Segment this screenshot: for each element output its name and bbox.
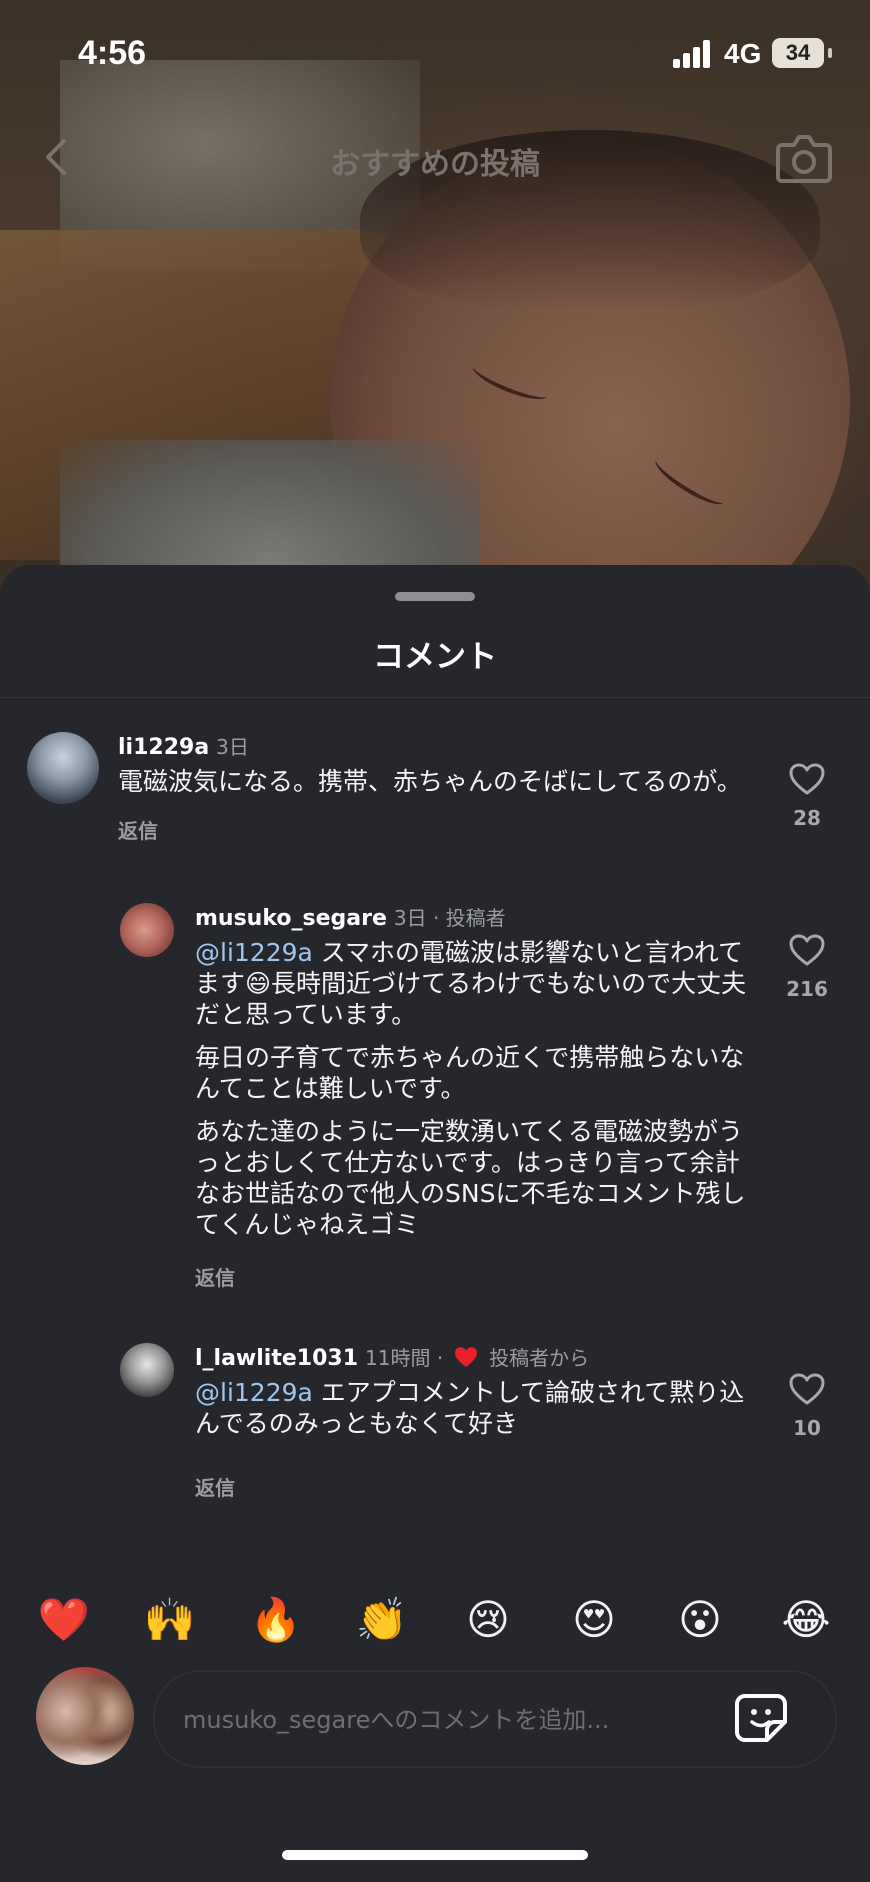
top-nav: おすすめの投稿: [0, 115, 870, 205]
heart-outline-icon: [789, 763, 825, 795]
like-button[interactable]: 28: [777, 762, 837, 830]
like-button[interactable]: 10: [777, 1372, 837, 1440]
emoji-surprised[interactable]: 😮: [670, 1590, 730, 1650]
home-indicator[interactable]: [282, 1850, 588, 1860]
avatar[interactable]: [120, 903, 174, 957]
avatar[interactable]: [120, 1343, 174, 1397]
battery-level: 34: [785, 40, 811, 65]
status-bar: 4:56 4G 34: [0, 0, 870, 110]
comment-time: 3日 · 投稿者: [393, 906, 506, 930]
like-count: 216: [786, 977, 828, 1001]
comment-text-body: 毎日の子育てで赤ちゃんの近くで携帯触らないなんてことは難しいです。: [195, 1043, 745, 1103]
emoji-reaction-bar: ❤️ 🙌 🔥 👏 😢 😍 😮 😂: [0, 1590, 870, 1660]
comment-input-placeholder: musuko_segareへのコメントを追加...: [183, 1706, 610, 1734]
comment-input-row: musuko_segareへのコメントを追加...: [0, 1665, 870, 1775]
reply-button[interactable]: 返信: [118, 815, 158, 844]
signal-icon: [673, 40, 713, 68]
divider: [0, 697, 870, 698]
comment-username[interactable]: musuko_segare: [195, 906, 387, 931]
comment-text-body: あなた達のように一定数湧いてくる電磁波勢がうっとおしくて仕方ないです。はっきり言…: [195, 1117, 746, 1239]
heart-outline-icon: [789, 1373, 825, 1405]
like-count: 28: [793, 806, 821, 830]
emoji-heart-eyes[interactable]: 😍: [564, 1590, 624, 1650]
comment-username[interactable]: l_lawlite1031: [195, 1346, 358, 1371]
battery-icon: 34: [772, 38, 832, 68]
comment-username[interactable]: li1229a: [118, 735, 209, 760]
comment-time: 11時間 ·: [365, 1346, 444, 1370]
liked-by-author-label: 投稿者から: [489, 1346, 590, 1370]
reply-button[interactable]: 返信: [195, 1472, 235, 1501]
comment-text: 電磁波気になる。携帯、赤ちゃんのそばにしてるのが。: [118, 766, 768, 797]
emoji-crying[interactable]: 😢: [458, 1590, 518, 1650]
network-type: 4G: [724, 38, 762, 69]
page-title: おすすめの投稿: [330, 147, 540, 182]
sheet-grabber[interactable]: [395, 592, 475, 601]
reply-button[interactable]: 返信: [195, 1262, 235, 1291]
like-button[interactable]: 216: [777, 933, 837, 1001]
sticker-icon[interactable]: [735, 1690, 791, 1746]
mention-link[interactable]: @li1229a: [195, 1378, 313, 1407]
heart-outline-icon: [789, 934, 825, 966]
like-count: 10: [793, 1416, 821, 1440]
comment-text: @li1229a エアプコメントして論破されて黙り込んでるのみっともなくて好き: [195, 1377, 765, 1451]
comment-text: @li1229a スマホの電磁波は影響ないと言われてます😄長時間近づけてるわけで…: [195, 937, 755, 1252]
emoji-raising-hands[interactable]: 🙌: [140, 1590, 200, 1650]
status-time: 4:56: [78, 34, 147, 72]
avatar[interactable]: [27, 732, 99, 804]
sheet-title: コメント: [373, 639, 497, 675]
avatar[interactable]: [36, 1667, 134, 1765]
heart-filled-icon: [455, 1347, 478, 1367]
emoji-heart[interactable]: ❤️: [34, 1590, 94, 1650]
mention-link[interactable]: @li1229a: [195, 938, 313, 967]
comment-input[interactable]: musuko_segareへのコメントを追加...: [153, 1670, 837, 1768]
emoji-laughing[interactable]: 😂: [776, 1590, 836, 1650]
camera-icon[interactable]: [776, 131, 832, 185]
comment-time: 3日: [216, 735, 249, 759]
emoji-fire[interactable]: 🔥: [246, 1590, 306, 1650]
comment-text-body: 電磁波気になる。携帯、赤ちゃんのそばにしてるのが。: [118, 767, 742, 796]
emoji-clapping[interactable]: 👏: [352, 1590, 412, 1650]
